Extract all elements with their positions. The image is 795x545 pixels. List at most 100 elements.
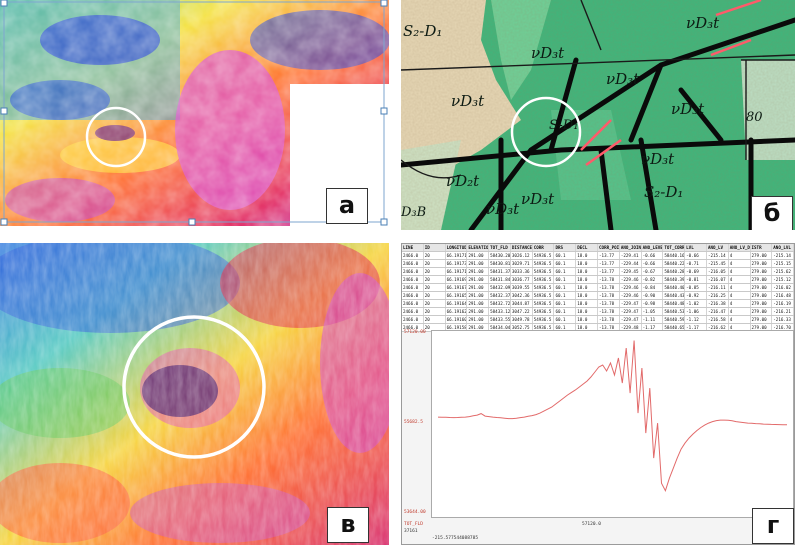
table-header-cell: ANO_LV: [707, 244, 729, 251]
table-row[interactable]: 2466.02066.19171100291.0058431.373033.36…: [402, 268, 794, 276]
table-cell: -13.78: [598, 316, 620, 323]
table-cell: -215.45: [707, 260, 729, 267]
table-cell: 18.0: [576, 300, 599, 307]
table-cell: 60.1: [554, 300, 577, 307]
map-label: νD₃t: [531, 44, 565, 62]
table-cell: 4: [729, 300, 751, 307]
table-row[interactable]: 2466.02066.19173110291.0058430.813029.71…: [402, 260, 794, 268]
table-cell: -0.92: [685, 292, 707, 299]
table-cell: 60.1: [554, 308, 577, 315]
table-header-cell: ANO_LEVEL: [642, 244, 664, 251]
table-cell: -229.45: [620, 268, 642, 275]
map-label: νD₃t: [606, 70, 640, 88]
table-cell: -0.67: [642, 268, 664, 275]
table-cell: 291.00: [467, 300, 490, 307]
table-row[interactable]: 2466.02066.19160330291.0058433.553049.78…: [402, 316, 794, 324]
table-header-cell: CORR_POINT: [599, 244, 620, 251]
table-cell: -0.82: [642, 276, 664, 283]
table-cell: -0.66: [642, 252, 664, 259]
table-header-cell: ANO_JOINT: [620, 244, 642, 251]
table-cell: 58440.39: [664, 276, 686, 283]
geologic-map-b: [401, 0, 795, 230]
table-header-cell: ID: [424, 244, 446, 251]
table-cell: 66.19160330: [446, 316, 468, 323]
table-cell: -0.90: [642, 292, 664, 299]
table-cell: 20: [424, 316, 446, 323]
table-cell: 279.00: [751, 268, 773, 275]
table-cell: -229.47: [620, 308, 642, 315]
table-cell: -13.77: [598, 260, 620, 267]
table-cell: -0.69: [685, 268, 707, 275]
table-cell: 291.00: [467, 316, 490, 323]
table-row[interactable]: 2466.02066.19167330291.0058432.093039.55…: [402, 284, 794, 292]
y-axis-max: 57120.00: [404, 330, 426, 335]
table-row[interactable]: 2466.02066.19165330291.0058432.373042.36…: [402, 292, 794, 300]
table-cell: -216.25: [707, 292, 729, 299]
table-cell: 18.0: [576, 260, 599, 267]
panel-label-d: г: [752, 508, 794, 544]
table-cell: 66.19171100: [446, 268, 468, 275]
status-value: 57120.0: [582, 522, 601, 527]
table-cell: -216.11: [707, 284, 729, 291]
map-label: D₃B: [401, 205, 427, 220]
table-cell: 2466.0: [402, 252, 424, 259]
table-header-cell: ISTR: [751, 244, 773, 251]
table-cell: 279.00: [751, 316, 773, 323]
table-header-cell: ANO_LVL: [772, 244, 794, 251]
table-header-cell: DISTANCE: [511, 244, 533, 251]
table-cell: 18.0: [576, 268, 599, 275]
table-row[interactable]: 2466.02066.19169410291.0058431.843036.77…: [402, 276, 794, 284]
table-cell: -216.19: [772, 300, 794, 307]
table-cell: 2466.0: [402, 260, 424, 267]
table-cell: 279.00: [751, 308, 773, 315]
table-header-row[interactable]: LINE ID LONGITUDE ELEVATION TOT_FLD DISTANCE C…: [402, 244, 794, 252]
table-cell: -215.14: [707, 252, 729, 259]
table-header-cell: LVL: [685, 244, 707, 251]
table-cell: -215.14: [772, 252, 794, 259]
table-cell: -216.33: [772, 316, 794, 323]
table-cell: 58440.22: [664, 260, 686, 267]
table-cell: 58431.84: [490, 276, 511, 283]
table-cell: 54936.5: [533, 300, 555, 307]
table-cell: 291.00: [467, 284, 490, 291]
table-cell: -0.71: [685, 260, 707, 267]
status-field: TOT_FLD: [404, 522, 423, 527]
table-cell: 291.00: [467, 252, 490, 259]
map-label: νD₃t: [486, 200, 520, 218]
table-cell: 291.00: [467, 268, 490, 275]
table-row[interactable]: 2466.02066.19164330291.0058432.723044.87…: [402, 300, 794, 308]
table-cell: 18.0: [576, 292, 599, 299]
table-cell: 2466.0: [402, 308, 424, 315]
map-label: S-D₁: [549, 118, 579, 133]
table-header-cell: LONGITUDE: [446, 244, 468, 251]
table-cell: -216.47: [707, 308, 729, 315]
table-cell: -229.44: [620, 260, 642, 267]
table-cell: 279.00: [751, 292, 773, 299]
table-cell: -229.46: [620, 292, 642, 299]
table-cell: -1.11: [642, 316, 664, 323]
table-cell: -229.47: [620, 300, 642, 307]
table-cell: 60.1: [554, 252, 577, 259]
table-cell: 58432.37: [490, 292, 511, 299]
table-cell: 18.0: [576, 276, 599, 283]
table-cell: 60.1: [554, 276, 577, 283]
map-label: νD₃t: [641, 150, 675, 168]
table-cell: 58432.72: [490, 300, 511, 307]
table-cell: -13.78: [598, 308, 620, 315]
table-cell: -216.05: [707, 268, 729, 275]
table-cell: -216.48: [772, 292, 794, 299]
table-cell: -1.06: [685, 308, 707, 315]
table-cell: 54936.5: [533, 284, 555, 291]
table-cell: 279.00: [751, 260, 773, 267]
profile-chart: [431, 330, 794, 518]
table-cell: 4: [729, 268, 751, 275]
table-row[interactable]: 2466.02066.19171100291.0058430.203026.12…: [402, 252, 794, 260]
table-cell: 66.19167330: [446, 284, 468, 291]
table-cell: 54936.5: [533, 316, 555, 323]
map-label: νD₃t: [451, 92, 485, 110]
table-cell: 18.0: [576, 316, 599, 323]
table-header-cell: CORR: [533, 244, 555, 251]
table-cell: 291.00: [467, 260, 490, 267]
table-header-cell: LINE: [402, 244, 424, 251]
table-row[interactable]: 2466.02066.19162330291.0058433.123047.22…: [402, 308, 794, 316]
